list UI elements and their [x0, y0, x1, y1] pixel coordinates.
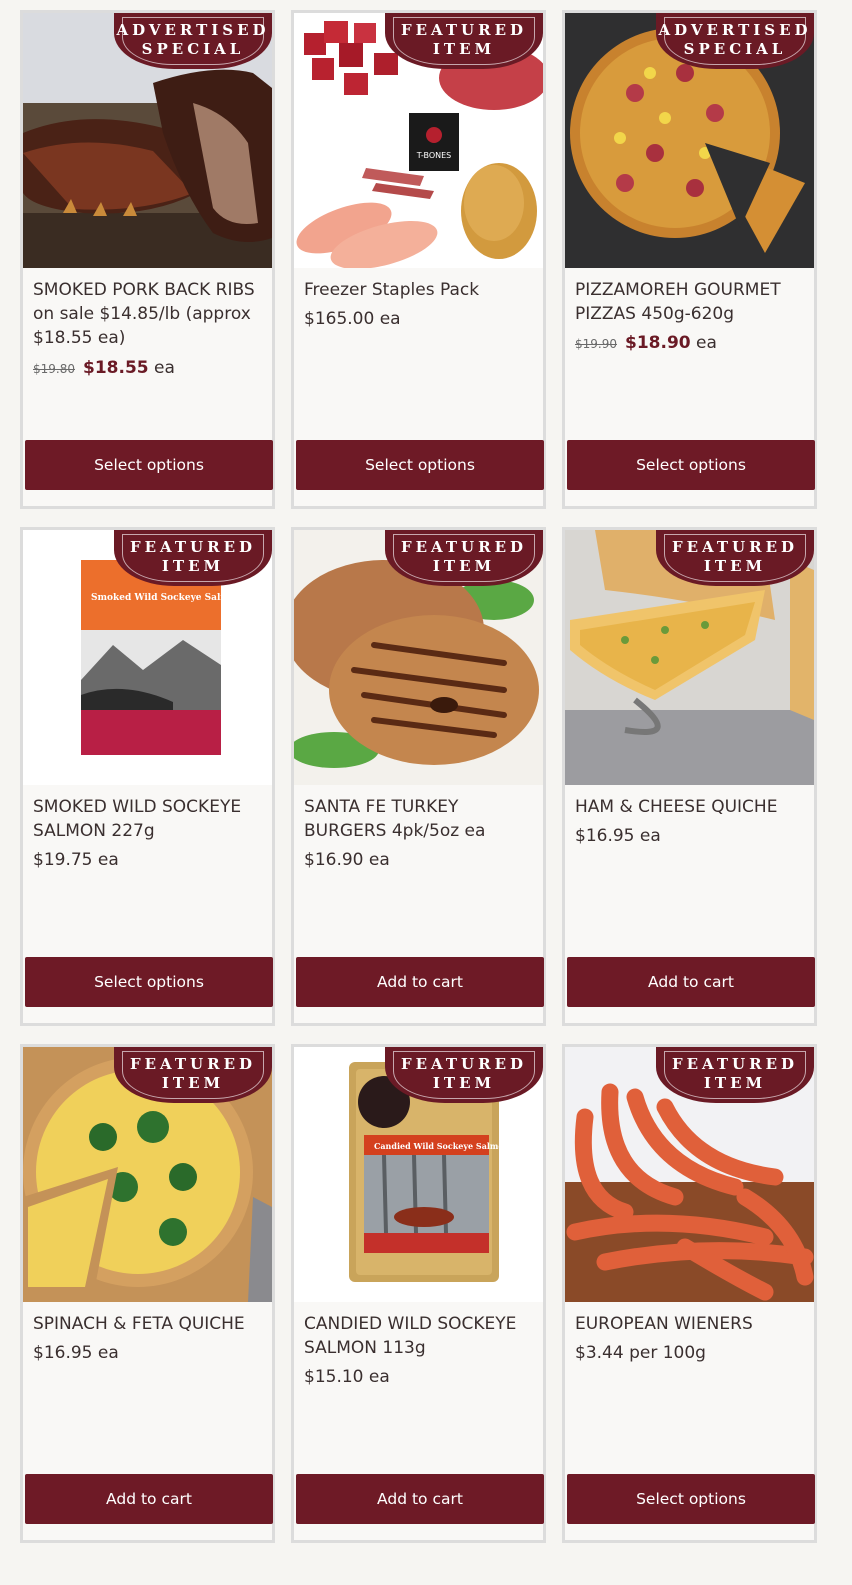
- product-card: Candied Wild Sockeye Salmon FEATURED ITE…: [291, 1044, 546, 1543]
- product-image-candied-salmon[interactable]: Candied Wild Sockeye Salmon FEATURED ITE…: [294, 1047, 543, 1302]
- original-price: $19.80: [33, 362, 75, 376]
- badge-line-1: FEATURED: [129, 538, 257, 556]
- product-title[interactable]: Freezer Staples Pack: [304, 278, 536, 302]
- product-price: $16.95 ea: [33, 1343, 119, 1363]
- product-price: $15.10 ea: [304, 1367, 390, 1387]
- promo-badge: FEATURED ITEM: [385, 530, 543, 586]
- badge-line-1: ADVERTISED: [116, 21, 270, 39]
- product-image-smoked-salmon[interactable]: Smoked Wild Sockeye Salmon FEATURED ITEM: [23, 530, 272, 785]
- badge-line-2: ITEM: [432, 40, 496, 58]
- salmon-package-text: Smoked Wild Sockeye Salmon: [91, 593, 243, 603]
- product-image-wieners[interactable]: FEATURED ITEM: [565, 1047, 814, 1302]
- price-unit: ea: [154, 358, 175, 378]
- product-price: $19.90 $18.90 ea: [575, 333, 717, 353]
- select-options-button[interactable]: Select options: [25, 957, 273, 1007]
- product-price: $3.44 per 100g: [575, 1343, 706, 1363]
- badge-line-1: FEATURED: [671, 538, 799, 556]
- badge-line-1: FEATURED: [671, 1055, 799, 1073]
- price-unit: ea: [97, 1343, 119, 1363]
- product-image-ribs[interactable]: ADVERTISED SPECIAL: [23, 13, 272, 268]
- product-card: FEATURED ITEM SPINACH & FETA QUICHE $16.…: [20, 1044, 275, 1543]
- original-price: $19.90: [575, 337, 617, 351]
- promo-badge: FEATURED ITEM: [114, 530, 272, 586]
- product-image-spinach-feta-quiche[interactable]: FEATURED ITEM: [23, 1047, 272, 1302]
- promo-badge: ADVERTISED SPECIAL: [656, 13, 814, 69]
- regular-price: $16.95: [575, 826, 635, 846]
- price-unit: per 100g: [629, 1343, 706, 1363]
- promo-badge: FEATURED ITEM: [656, 530, 814, 586]
- promo-badge: FEATURED ITEM: [385, 1047, 543, 1103]
- product-title[interactable]: SANTA FE TURKEY BURGERS 4pk/5oz ea: [304, 795, 536, 843]
- select-options-button[interactable]: Select options: [25, 440, 273, 490]
- product-title[interactable]: EUROPEAN WIENERS: [575, 1312, 807, 1336]
- add-to-cart-button[interactable]: Add to cart: [567, 957, 815, 1007]
- regular-price: $15.10: [304, 1367, 364, 1387]
- select-options-button[interactable]: Select options: [567, 1474, 815, 1524]
- badge-line-1: FEATURED: [400, 1055, 528, 1073]
- price-unit: ea: [696, 333, 717, 353]
- product-price: $19.75 ea: [33, 850, 119, 870]
- product-title[interactable]: SPINACH & FETA QUICHE: [33, 1312, 265, 1336]
- badge-line-2: ITEM: [161, 557, 225, 575]
- product-image-turkey-burgers[interactable]: FEATURED ITEM: [294, 530, 543, 785]
- product-image-ham-cheese-quiche[interactable]: FEATURED ITEM: [565, 530, 814, 785]
- product-title[interactable]: PIZZAMOREH GOURMET PIZZAS 450g-620g: [575, 278, 807, 326]
- regular-price: $3.44: [575, 1343, 624, 1363]
- add-to-cart-button[interactable]: Add to cart: [296, 1474, 544, 1524]
- badge-line-2: SPECIAL: [141, 40, 245, 58]
- product-card: T-BONES FEATURED ITEM Freezer Staples Pa…: [291, 10, 546, 509]
- badge-line-2: SPECIAL: [683, 40, 787, 58]
- product-image-freezer-pack[interactable]: T-BONES FEATURED ITEM: [294, 13, 543, 268]
- regular-price: $16.95: [33, 1343, 93, 1363]
- sale-price: $18.55: [83, 358, 149, 378]
- product-title[interactable]: SMOKED PORK BACK RIBS on sale $14.85/lb …: [33, 278, 265, 350]
- product-card: FEATURED ITEM HAM & CHEESE QUICHE $16.95…: [562, 527, 817, 1026]
- badge-line-2: ITEM: [432, 1074, 496, 1092]
- product-card: ADVERTISED SPECIAL PIZZAMOREH GOURMET PI…: [562, 10, 817, 509]
- product-price: $16.90 ea: [304, 850, 390, 870]
- product-price: $16.95 ea: [575, 826, 661, 846]
- promo-badge: ADVERTISED SPECIAL: [114, 13, 272, 69]
- badge-line-2: ITEM: [161, 1074, 225, 1092]
- badge-line-1: FEATURED: [400, 538, 528, 556]
- promo-badge: FEATURED ITEM: [385, 13, 543, 69]
- select-options-button[interactable]: Select options: [296, 440, 544, 490]
- regular-price: $19.75: [33, 850, 93, 870]
- price-unit: ea: [379, 309, 401, 329]
- add-to-cart-button[interactable]: Add to cart: [296, 957, 544, 1007]
- badge-line-1: FEATURED: [129, 1055, 257, 1073]
- sale-price: $18.90: [625, 333, 691, 353]
- promo-badge: FEATURED ITEM: [114, 1047, 272, 1103]
- price-unit: ea: [368, 1367, 390, 1387]
- product-price: $165.00 ea: [304, 309, 401, 329]
- badge-line-2: ITEM: [703, 1074, 767, 1092]
- product-title[interactable]: HAM & CHEESE QUICHE: [575, 795, 807, 819]
- badge-line-2: ITEM: [703, 557, 767, 575]
- product-grid: ADVERTISED SPECIAL SMOKED PORK BACK RIBS…: [0, 0, 852, 1585]
- price-unit: ea: [639, 826, 661, 846]
- product-price: $19.80 $18.55 ea: [33, 358, 175, 378]
- product-card: Smoked Wild Sockeye Salmon FEATURED ITEM…: [20, 527, 275, 1026]
- product-card: ADVERTISED SPECIAL SMOKED PORK BACK RIBS…: [20, 10, 275, 509]
- price-unit: ea: [97, 850, 119, 870]
- price-unit: ea: [368, 850, 390, 870]
- product-card: FEATURED ITEM EUROPEAN WIENERS $3.44 per…: [562, 1044, 817, 1543]
- badge-line-2: ITEM: [432, 557, 496, 575]
- badge-line-1: FEATURED: [400, 21, 528, 39]
- promo-badge: FEATURED ITEM: [656, 1047, 814, 1103]
- regular-price: $16.90: [304, 850, 364, 870]
- badge-line-1: ADVERTISED: [658, 21, 812, 39]
- product-title[interactable]: CANDIED WILD SOCKEYE SALMON 113g: [304, 1312, 536, 1360]
- candied-package-text: Candied Wild Sockeye Salmon: [374, 1141, 510, 1151]
- product-image-pizza[interactable]: ADVERTISED SPECIAL: [565, 13, 814, 268]
- regular-price: $165.00: [304, 309, 375, 329]
- add-to-cart-button[interactable]: Add to cart: [25, 1474, 273, 1524]
- product-title[interactable]: SMOKED WILD SOCKEYE SALMON 227g: [33, 795, 265, 843]
- product-card: FEATURED ITEM SANTA FE TURKEY BURGERS 4p…: [291, 527, 546, 1026]
- tbones-logo-text: T-BONES: [416, 151, 452, 160]
- select-options-button[interactable]: Select options: [567, 440, 815, 490]
